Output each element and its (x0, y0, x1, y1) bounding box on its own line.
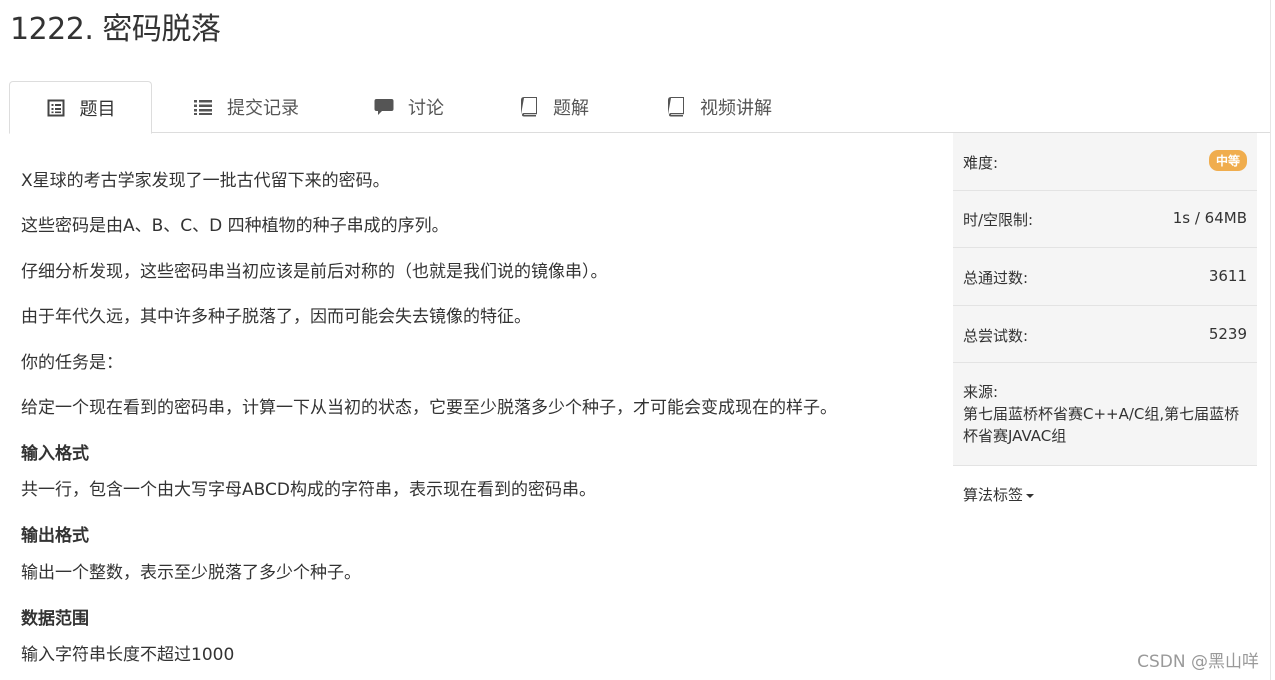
comment-icon (374, 97, 394, 117)
source-row: 来源: 第七届蓝桥杯省赛C++A/C组,第七届蓝桥杯省赛JAVAC组 (953, 363, 1257, 466)
algorithm-tags-row[interactable]: 算法标签 (953, 466, 1257, 521)
input-format-heading: 输入格式 (21, 444, 89, 464)
source-label: 来源: (963, 383, 999, 401)
source-value[interactable]: 第七届蓝桥杯省赛C++A/C组,第七届蓝桥杯省赛JAVAC组 (963, 403, 1253, 447)
tried-value: 5239 (1208, 325, 1247, 343)
tab-solutions[interactable]: 题解 (509, 81, 599, 133)
page: 1222. 密码脱落 题目 提交记录 讨论 题解 视频讲解 X星球的考古学家发现… (0, 0, 1275, 680)
tab-label: 讨论 (408, 98, 444, 119)
difficulty-label: 难度: (963, 154, 999, 172)
tab-label: 提交记录 (227, 98, 299, 119)
output-format-heading: 输出格式 (21, 526, 89, 546)
paragraph: 由于年代久远，其中许多种子脱落了，因而可能会失去镜像的特征。 (21, 307, 531, 327)
page-title: 1222. 密码脱落 (10, 12, 221, 47)
data-range-text: 输入字符串长度不超过1000 (21, 645, 235, 665)
book-icon (666, 97, 686, 117)
tab-label: 题目 (79, 98, 116, 120)
paragraph: 给定一个现在看到的密码串，计算一下从当初的状态，它要至少脱落多少个种子，才可能会… (21, 398, 837, 418)
paragraph: 仔细分析发现，这些密码串当初应该是前后对称的（也就是我们说的镜像串）。 (21, 262, 608, 282)
list-icon (193, 97, 213, 117)
algorithm-tags-dropdown[interactable]: 算法标签 (963, 486, 1023, 504)
passed-value: 3611 (1208, 267, 1247, 285)
description-icon (46, 98, 66, 118)
book-icon (519, 97, 539, 117)
output-format-text: 输出一个整数，表示至少脱落了多少个种子。 (21, 563, 361, 583)
tab-label: 题解 (553, 98, 589, 119)
passed-label: 总通过数: (963, 269, 1029, 287)
tab-submissions[interactable]: 提交记录 (181, 81, 311, 133)
tab-discussion[interactable]: 讨论 (364, 81, 454, 133)
limit-value: 1s / 64MB (1172, 209, 1247, 227)
paragraph: 你的任务是： (21, 353, 123, 373)
difficulty-row: 难度: 中等 (953, 133, 1257, 191)
problem-info-panel: 难度: 中等 时/空限制: 1s / 64MB 总通过数: 3611 总尝试数:… (953, 133, 1257, 521)
limit-label: 时/空限制: (963, 211, 1034, 229)
limit-row: 时/空限制: 1s / 64MB (953, 191, 1257, 248)
divider (1270, 0, 1271, 680)
tried-row: 总尝试数: 5239 (953, 306, 1257, 363)
data-range-heading: 数据范围 (21, 609, 89, 629)
paragraph: 这些密码是由A、B、C、D 四种植物的种子串成的序列。 (21, 216, 449, 236)
input-format-text: 共一行，包含一个由大写字母ABCD构成的字符串，表示现在看到的密码串。 (21, 480, 596, 500)
tab-label: 视频讲解 (700, 98, 772, 119)
tab-video[interactable]: 视频讲解 (654, 81, 784, 133)
tab-description[interactable]: 题目 (9, 81, 152, 134)
paragraph: X星球的考古学家发现了一批古代留下来的密码。 (21, 171, 390, 191)
passed-row: 总通过数: 3611 (953, 248, 1257, 306)
caret-down-icon (1026, 493, 1035, 498)
tab-bar: 题目 提交记录 讨论 题解 视频讲解 (9, 81, 1270, 134)
watermark: CSDN @黑山咩 (1137, 652, 1259, 672)
tried-label: 总尝试数: (963, 327, 1029, 345)
difficulty-badge: 中等 (1208, 150, 1247, 171)
